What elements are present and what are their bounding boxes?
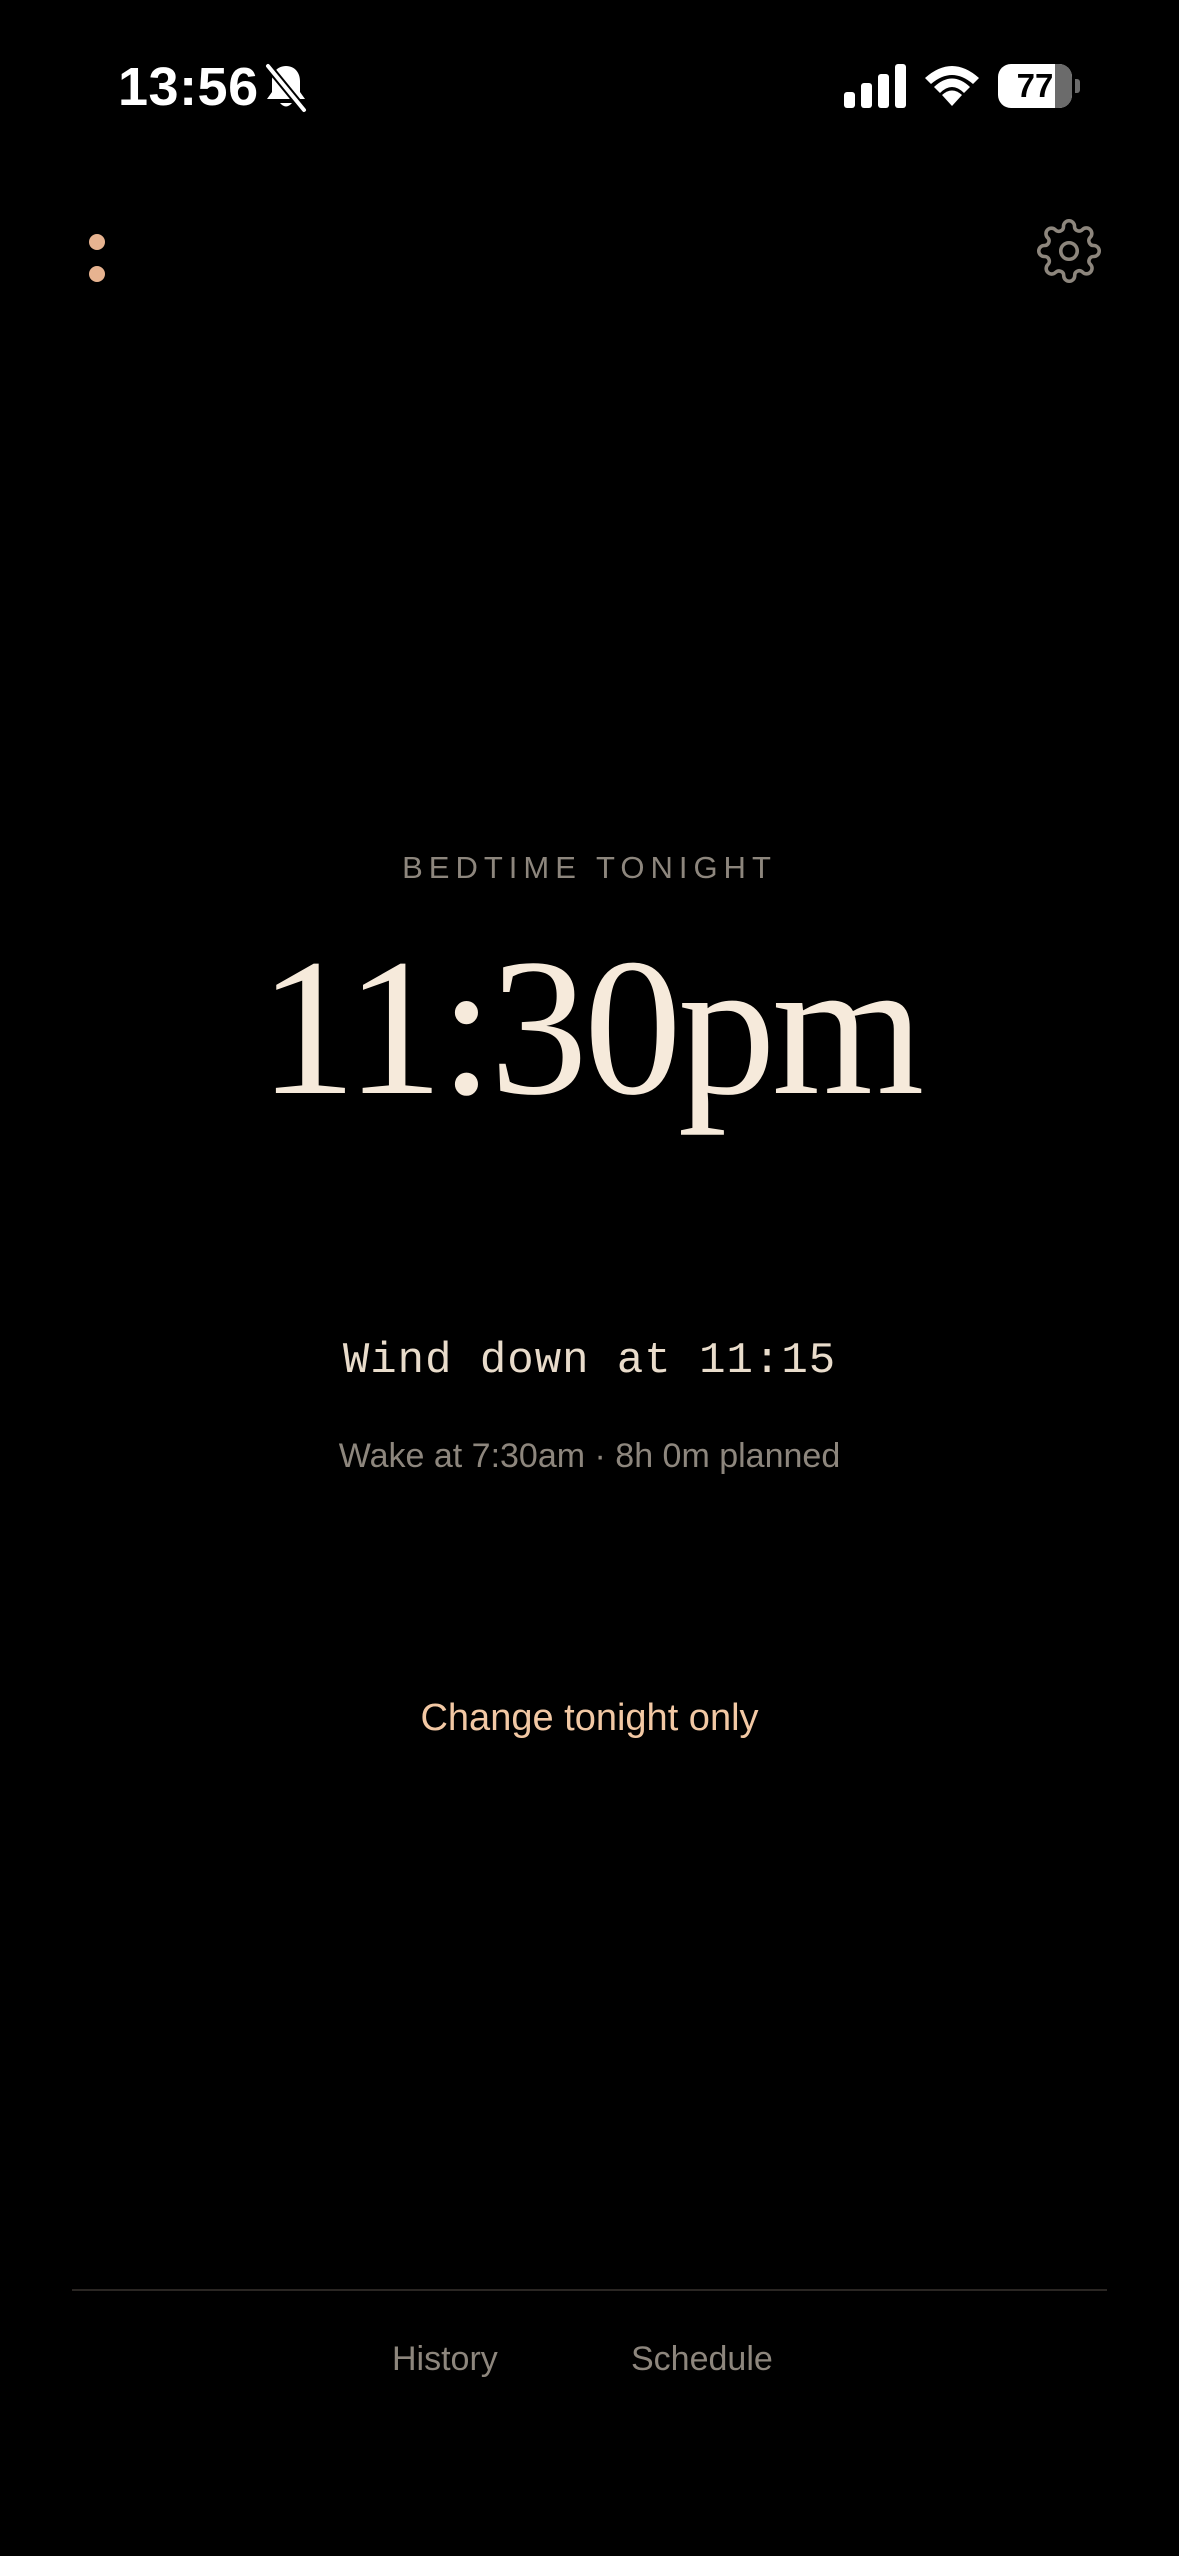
bottom-nav: History Schedule — [0, 2340, 1179, 2400]
battery-icon: 77 — [998, 64, 1080, 108]
wind-down-text: Wind down at 11:15 — [342, 1336, 837, 1386]
wake-info-text: Wake at 7:30am · 8h 0m planned — [338, 1437, 841, 1475]
nav-history[interactable]: History — [392, 2340, 498, 2379]
section-label: BEDTIME TONIGHT — [402, 850, 777, 885]
bottom-divider — [72, 2289, 1107, 2291]
bell-slash-icon — [264, 62, 308, 114]
bedtime-time: 11:30pm — [258, 919, 925, 1136]
nav-schedule[interactable]: Schedule — [631, 2340, 773, 2379]
status-time: 13:56 — [118, 57, 259, 117]
settings-button[interactable] — [1036, 218, 1102, 284]
more-vertical-icon — [89, 266, 105, 282]
change-tonight-container: Change tonight only — [0, 1697, 1179, 1740]
cellular-signal-icon — [844, 64, 906, 108]
wifi-icon — [925, 66, 979, 106]
battery-cap — [1075, 79, 1080, 93]
more-menu-button[interactable] — [78, 226, 118, 292]
battery-body: 77 — [998, 64, 1072, 108]
battery-level: 77 — [1016, 67, 1054, 104]
status-bar: 13:56 77 — [0, 0, 1179, 175]
more-vertical-icon — [89, 234, 105, 250]
gear-icon — [1037, 219, 1101, 283]
change-tonight-button[interactable]: Change tonight only — [420, 1697, 758, 1739]
